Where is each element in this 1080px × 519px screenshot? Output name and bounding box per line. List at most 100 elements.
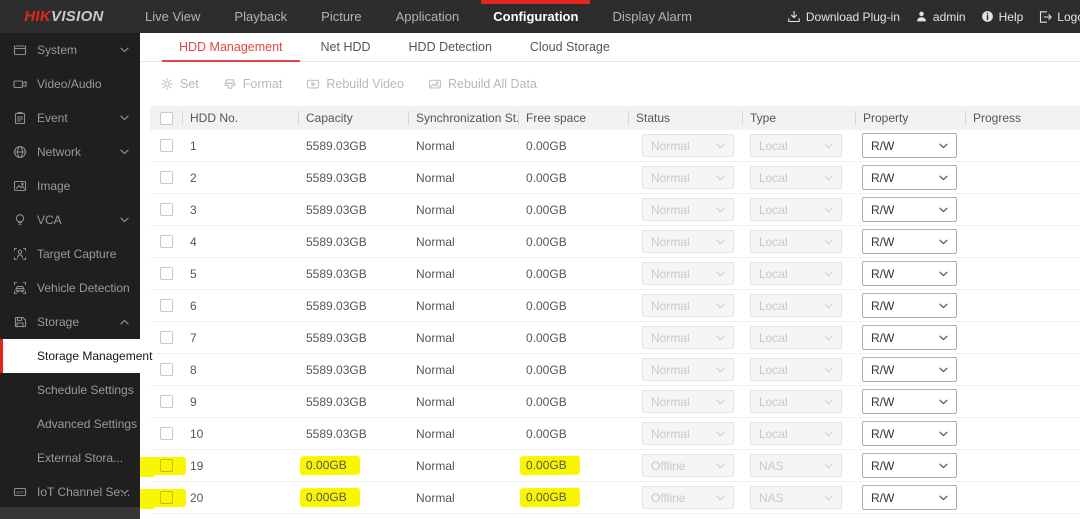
tab-cloud-storage[interactable]: Cloud Storage: [511, 33, 629, 61]
row-checkbox[interactable]: [159, 171, 173, 184]
row-checkbox-cell: [150, 258, 182, 289]
nav-item-picture[interactable]: Picture: [304, 0, 378, 33]
row-checkbox[interactable]: [159, 427, 173, 440]
sync-status-cell: Normal: [408, 491, 518, 505]
chevron-down-icon: [824, 335, 833, 341]
property-dropdown[interactable]: R/W: [862, 261, 957, 286]
nav-item-live-view[interactable]: Live View: [128, 0, 217, 33]
property-value: R/W: [871, 202, 895, 217]
capacity-cell-value: 5589.03GB: [306, 234, 367, 249]
type-dropdown: Local: [750, 422, 842, 445]
set-icon: [160, 77, 174, 91]
sidebar-item-event[interactable]: Event: [0, 101, 140, 135]
capacity-cell-value: 5589.03GB: [306, 266, 367, 281]
status-cell: Normal: [628, 294, 742, 317]
sidebar-item-storage[interactable]: Storage: [0, 305, 140, 339]
tab-net-hdd[interactable]: Net HDD: [302, 33, 390, 61]
property-value: R/W: [871, 298, 895, 313]
chevron-down-icon: [824, 399, 833, 405]
status-dropdown: Normal: [642, 390, 734, 413]
nav-item-application[interactable]: Application: [379, 0, 477, 33]
property-dropdown[interactable]: R/W: [862, 293, 957, 318]
topbar-action-help[interactable]: Help: [981, 10, 1023, 24]
sidebar-item-video-audio[interactable]: Video/Audio: [0, 67, 140, 101]
type-value: Local: [759, 298, 788, 313]
row-checkbox[interactable]: [159, 395, 173, 408]
type-value: Local: [759, 138, 788, 153]
property-dropdown[interactable]: R/W: [862, 421, 957, 446]
type-cell: Local: [742, 358, 855, 381]
sync-status-cell-value: Normal: [416, 490, 455, 505]
topbar-action-download-plug-in[interactable]: Download Plug-in: [787, 10, 900, 24]
property-dropdown[interactable]: R/W: [862, 389, 957, 414]
type-value: Local: [759, 170, 788, 185]
sidebar-item-network[interactable]: Network: [0, 135, 140, 169]
row-checkbox[interactable]: [159, 363, 173, 376]
status-cell: Normal: [628, 166, 742, 189]
sidebar-item-vehicle-detection[interactable]: Vehicle Detection: [0, 271, 140, 305]
topbar-action-logout[interactable]: Logout: [1038, 10, 1080, 24]
select-all-checkbox[interactable]: [159, 111, 173, 125]
row-checkbox[interactable]: [159, 267, 173, 280]
free-space-cell: 0.00GB: [518, 299, 628, 313]
sidebar-item-target-capture[interactable]: Target Capture: [0, 237, 140, 271]
hdd-no-cell: 4: [182, 235, 298, 249]
row-checkbox[interactable]: [159, 235, 173, 248]
user-icon: [915, 10, 928, 23]
status-cell: Normal: [628, 326, 742, 349]
property-dropdown[interactable]: R/W: [862, 133, 957, 158]
sidebar-item-schedule-settings[interactable]: Schedule Settings: [0, 373, 140, 407]
row-checkbox[interactable]: [159, 331, 173, 344]
property-dropdown[interactable]: R/W: [862, 485, 957, 510]
nav-item-configuration[interactable]: Configuration: [476, 0, 595, 33]
storage-tabs: HDD Management Net HDD HDD Detection Cloud …: [140, 33, 1080, 62]
property-dropdown[interactable]: R/W: [862, 325, 957, 350]
hdd-no-cell: 5: [182, 267, 298, 281]
capacity-cell: 5589.03GB: [298, 139, 408, 153]
type-cell: Local: [742, 294, 855, 317]
highlighter-mark-text: 0.00GB: [519, 487, 580, 508]
rebuild-all-data-button: Rebuild All Data: [428, 77, 537, 91]
vca-icon: [13, 213, 28, 228]
property-dropdown[interactable]: R/W: [862, 357, 957, 382]
sidebar-item-system[interactable]: System: [0, 33, 140, 67]
property-dropdown[interactable]: R/W: [862, 197, 957, 222]
chevron-down-icon: [824, 239, 833, 245]
sidebar-item-advanced-settings[interactable]: Advanced Settings: [0, 407, 140, 441]
sidebar-item-external-stora[interactable]: External Stora...: [0, 441, 140, 475]
tab-hdd-detection[interactable]: HDD Detection: [390, 33, 511, 61]
sidebar-item-iot-channel-se[interactable]: IOT IoT Channel Se...: [0, 475, 140, 509]
property-dropdown[interactable]: R/W: [862, 453, 957, 478]
type-value: Local: [759, 426, 788, 441]
nav-item-display-alarm[interactable]: Display Alarm: [595, 0, 708, 33]
tab-hdd-management[interactable]: HDD Management: [160, 33, 302, 62]
table-row-hdd-1: 1 5589.03GB Normal 0.00GB Normal Local R/W: [150, 130, 1080, 162]
nav-item-playback[interactable]: Playback: [217, 0, 304, 33]
column-header-type: Type: [742, 106, 855, 130]
row-checkbox[interactable]: [159, 203, 173, 216]
chevron-down-icon: [939, 399, 948, 405]
sidebar-item-image[interactable]: Image: [0, 169, 140, 203]
sidebar-item-label: IoT Channel Se...: [37, 485, 131, 499]
chevron-down-icon: [939, 431, 948, 437]
row-checkbox[interactable]: [159, 139, 173, 152]
sidebar-scrollbar[interactable]: [0, 507, 140, 519]
sidebar-item-vca[interactable]: VCA: [0, 203, 140, 237]
table-row-hdd-4: 4 5589.03GB Normal 0.00GB Normal Local R/W: [150, 226, 1080, 258]
topbar-action-admin[interactable]: admin: [915, 10, 966, 24]
chevron-down-icon: [120, 47, 129, 53]
property-dropdown[interactable]: R/W: [862, 165, 957, 190]
row-checkbox[interactable]: [159, 299, 173, 312]
property-dropdown[interactable]: R/W: [862, 229, 957, 254]
capacity-cell: 5589.03GB: [298, 395, 408, 409]
chevron-down-icon: [716, 175, 725, 181]
status-value: Normal: [651, 202, 690, 217]
sidebar-item-label: Event: [37, 111, 68, 125]
type-dropdown: Local: [750, 230, 842, 253]
row-checkbox-cell: [150, 354, 182, 385]
logout-icon: [1038, 10, 1053, 24]
sidebar-item-storage-management[interactable]: Storage Management: [0, 339, 152, 373]
status-value: Normal: [651, 170, 690, 185]
hdd-no-cell-value: 7: [190, 330, 197, 345]
chevron-down-icon: [939, 143, 948, 149]
